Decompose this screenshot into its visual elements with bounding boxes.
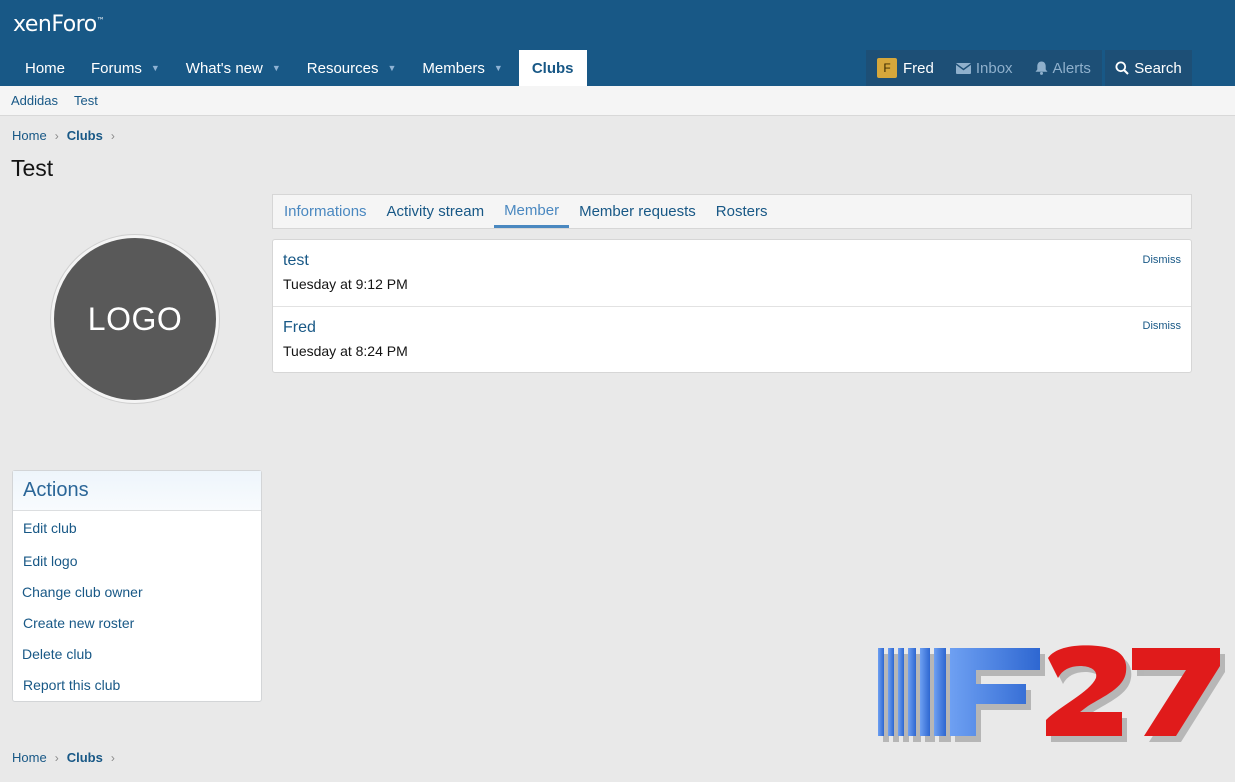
dismiss-link[interactable]: Dismiss: [1143, 254, 1182, 266]
tab-rosters[interactable]: Rosters: [706, 195, 778, 228]
breadcrumb-home[interactable]: Home: [12, 750, 47, 765]
breadcrumb-separator-icon: ›: [110, 128, 115, 143]
list-item: Fred Tuesday at 8:24 PM Dismiss: [273, 306, 1191, 372]
nav-tab-label: What's new: [185, 59, 263, 77]
site-logo[interactable]: xenForo™: [13, 12, 105, 37]
inbox-link[interactable]: Inbox: [945, 50, 1024, 86]
site-header: xenForo™ Home Forums ▼ What's new ▼ Reso…: [0, 0, 1235, 86]
nav-tab-forums[interactable]: Forums ▼: [78, 50, 173, 86]
breadcrumb-clubs[interactable]: Clubs: [67, 750, 103, 765]
delete-club-link[interactable]: Delete club: [22, 646, 92, 662]
member-join-time: Tuesday at 8:24 PM: [283, 343, 408, 359]
member-name[interactable]: Fred: [283, 319, 316, 337]
report-club-link[interactable]: Report this club: [23, 677, 120, 693]
subnav-link-addidas[interactable]: Addidas: [11, 93, 58, 108]
nav-tab-resources[interactable]: Resources ▼: [294, 50, 410, 86]
breadcrumb-separator-icon: ›: [54, 128, 59, 143]
tab-activity-stream[interactable]: Activity stream: [377, 195, 495, 228]
edit-club-link[interactable]: Edit club: [23, 520, 77, 536]
tab-member-requests[interactable]: Member requests: [569, 195, 706, 228]
breadcrumb-home[interactable]: Home: [12, 128, 47, 143]
tab-informations[interactable]: Informations: [274, 195, 377, 228]
f27-watermark-logo: [876, 638, 1228, 746]
search-label: Search: [1134, 59, 1182, 77]
member-name[interactable]: test: [283, 252, 309, 270]
caret-down-icon[interactable]: ▼: [151, 63, 160, 73]
logo-trademark: ™: [96, 16, 105, 25]
club-tabs: Informations Activity stream Member Memb…: [272, 194, 1192, 229]
breadcrumb: Home › Clubs ›: [12, 128, 123, 143]
nav-tab-members[interactable]: Members ▼: [409, 50, 515, 86]
main-nav: Home Forums ▼ What's new ▼ Resources ▼ M…: [12, 50, 587, 86]
nav-tab-label: Members: [422, 59, 485, 77]
page-title: Test: [11, 155, 54, 181]
tab-member[interactable]: Member: [494, 195, 570, 228]
nav-tab-clubs[interactable]: Clubs: [518, 50, 587, 86]
change-owner-link[interactable]: Change club owner: [22, 584, 143, 600]
avatar: F: [877, 58, 897, 78]
breadcrumb-separator-icon: ›: [110, 750, 115, 765]
breadcrumb-separator-icon: ›: [54, 750, 59, 765]
nav-tab-home[interactable]: Home: [12, 50, 78, 86]
user-nav: F Fred Inbox Alerts: [866, 50, 1102, 86]
actions-title: Actions: [13, 471, 261, 511]
caret-down-icon[interactable]: ▼: [494, 63, 503, 73]
club-logo: LOGO: [51, 235, 219, 403]
create-roster-link[interactable]: Create new roster: [23, 615, 134, 631]
inbox-label: Inbox: [975, 59, 1013, 77]
alerts-label: Alerts: [1052, 59, 1091, 77]
breadcrumb-clubs[interactable]: Clubs: [67, 128, 103, 143]
nav-tab-label: Home: [25, 59, 66, 77]
breadcrumb-bottom: Home › Clubs ›: [12, 750, 123, 765]
subnav-link-test[interactable]: Test: [74, 93, 98, 108]
edit-logo-link[interactable]: Edit logo: [23, 553, 77, 569]
search-button[interactable]: Search: [1105, 50, 1192, 86]
logo-text: xenForo: [13, 12, 97, 37]
list-item: test Tuesday at 9:12 PM Dismiss: [273, 240, 1191, 306]
sub-nav: Addidas Test: [0, 86, 1235, 116]
member-list: test Tuesday at 9:12 PM Dismiss Fred Tue…: [272, 239, 1192, 373]
nav-tab-label: Forums: [91, 59, 142, 77]
member-join-time: Tuesday at 9:12 PM: [283, 276, 408, 292]
dismiss-link[interactable]: Dismiss: [1143, 320, 1182, 332]
club-logo-text: LOGO: [87, 300, 183, 337]
actions-panel: Actions Edit club Edit logo Change club …: [12, 470, 262, 702]
nav-tab-whats-new[interactable]: What's new ▼: [173, 50, 294, 86]
alerts-link[interactable]: Alerts: [1024, 50, 1102, 86]
account-name: Fred: [903, 59, 934, 77]
caret-down-icon[interactable]: ▼: [272, 63, 281, 73]
caret-down-icon[interactable]: ▼: [387, 63, 396, 73]
account-menu[interactable]: F Fred: [866, 50, 945, 86]
nav-tab-label: Clubs: [531, 59, 574, 77]
search-icon: [1115, 61, 1129, 75]
nav-tab-label: Resources: [306, 59, 379, 77]
bell-icon: [1035, 61, 1048, 75]
envelope-icon: [955, 62, 971, 74]
